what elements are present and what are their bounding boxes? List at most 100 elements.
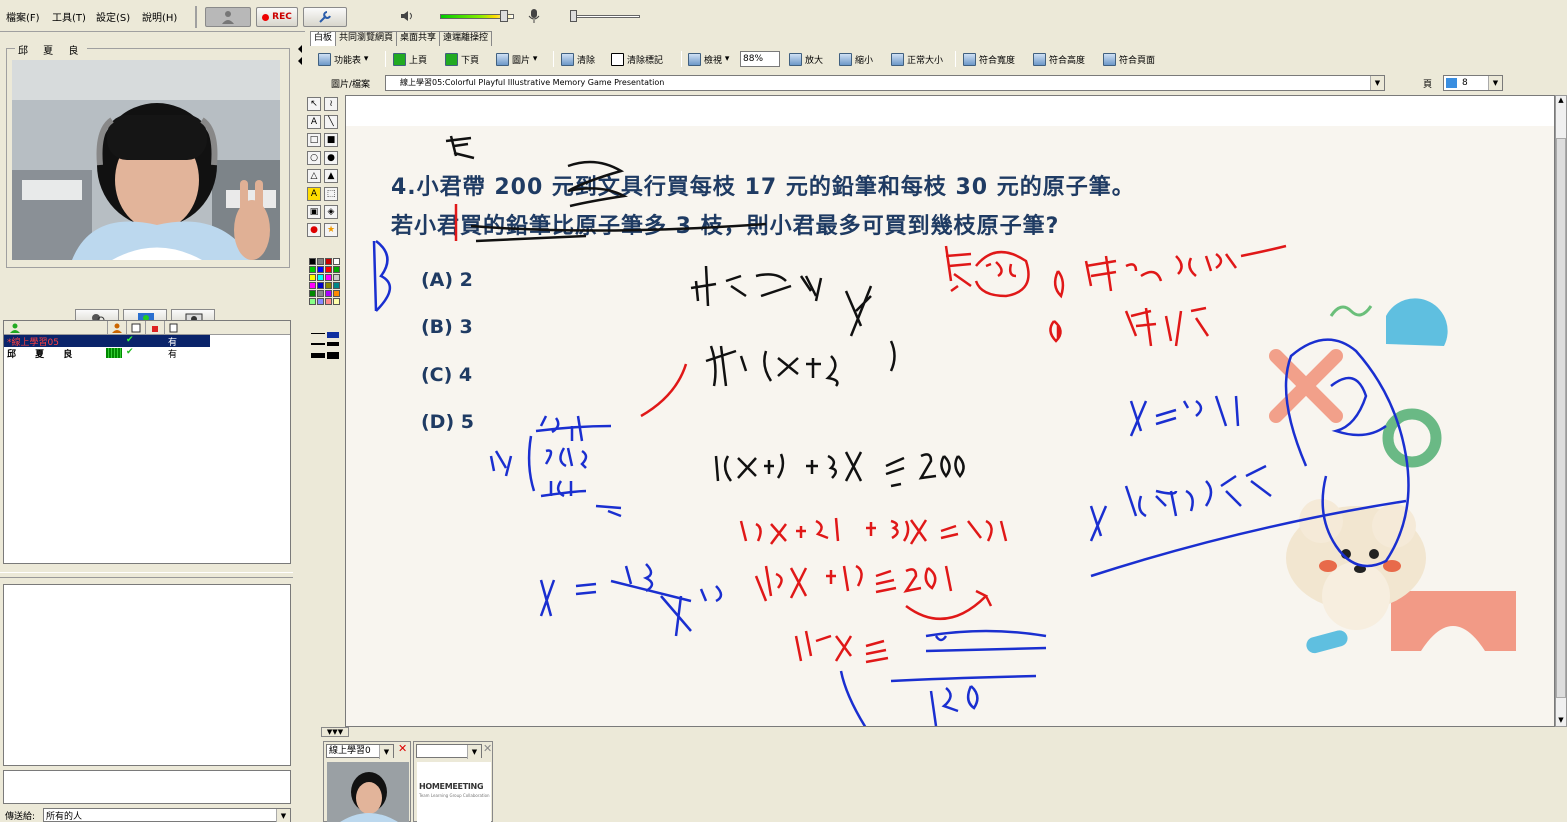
highlight-text-icon[interactable]: A	[307, 187, 321, 201]
vertical-splitter[interactable]	[296, 33, 304, 822]
line-width-5[interactable]	[327, 352, 339, 359]
line-tool-icon[interactable]: ╲	[324, 115, 338, 129]
status-column-icon	[169, 323, 178, 333]
fit-page-label: 符合頁面	[1119, 55, 1156, 66]
secondary-select[interactable]: ▼	[416, 744, 482, 759]
menu-tools[interactable]: 工具(T)	[52, 9, 86, 24]
zoom-input[interactable]: 88%	[740, 51, 780, 67]
polygon-outline-icon[interactable]: △	[307, 169, 321, 183]
actual-size-label: 正常大小	[907, 55, 944, 66]
rect-filled-icon[interactable]: ■	[324, 133, 338, 147]
ellipse-outline-icon[interactable]: ○	[307, 151, 321, 165]
image-dropdown-button[interactable]: 圖片 ▾	[496, 51, 537, 67]
vertical-scrollbar[interactable]: ▲ ▼	[1555, 95, 1567, 727]
file-select[interactable]: 線上學習05:Colorful Playful Illustrative Mem…	[385, 75, 1385, 91]
record-label: REC	[272, 12, 292, 22]
user-name: 邱 夏 良	[7, 350, 81, 360]
polygon-filled-icon[interactable]: ▲	[324, 169, 338, 183]
actual-size-button[interactable]: 正常大小	[891, 51, 943, 67]
check-icon: ✔	[126, 347, 134, 357]
image-icon	[496, 52, 509, 66]
zoom-in-button[interactable]: 放大	[789, 51, 823, 67]
menu-bar: 檔案(F) 工具(T) 設定(S) 說明(H) REC	[0, 0, 1567, 32]
line-width-2[interactable]	[311, 343, 325, 345]
microphone-icon[interactable]	[527, 8, 541, 24]
user-row[interactable]: *線上學習05 ✔ 有	[4, 335, 210, 348]
panel-splitter[interactable]	[0, 572, 293, 578]
send-to-select[interactable]: 所有的人 ▼	[43, 808, 291, 822]
clear-marks-button[interactable]: 清除標記	[611, 51, 663, 67]
send-to-row: 傳送給: 所有的人 ▼	[3, 808, 291, 822]
volume-slider-handle[interactable]	[500, 10, 508, 22]
clear-label: 清除	[577, 55, 596, 66]
menu-settings[interactable]: 設定(S)	[96, 9, 130, 24]
bottom-panel: ▼▼▼ 線上學習0 ▼ ✕ ▼ ✕ HOMEMEETING Team Learn…	[305, 727, 1567, 822]
fit-width-button[interactable]: 符合寬度	[963, 51, 1015, 67]
chevron-down-icon: ▼	[1488, 76, 1502, 90]
dashed-rect-icon[interactable]: ⬚	[324, 187, 338, 201]
hand-column-icon	[152, 326, 158, 332]
chat-input[interactable]	[3, 770, 291, 804]
drawing-tools-palette: ↖ ≀ A ╲ □ ■ ○ ● △ ▲ A ⬚ ▣ ◈ ● ★	[305, 95, 343, 395]
menu-file[interactable]: 檔案(F)	[6, 9, 40, 24]
view-dropdown-button[interactable]: 檢視 ▾	[688, 51, 729, 67]
fit-page-button[interactable]: 符合頁面	[1103, 51, 1155, 67]
eraser-tool-icon[interactable]: ◈	[324, 205, 338, 219]
page-select[interactable]: 8 ▼	[1443, 75, 1503, 91]
scroll-down-icon[interactable]: ▼	[1556, 716, 1566, 726]
next-page-button[interactable]: 下頁	[445, 51, 479, 67]
record-button[interactable]: REC	[256, 7, 298, 27]
person-icon	[222, 11, 234, 24]
star-stamp-icon[interactable]: ★	[324, 223, 338, 237]
close-icon[interactable]: ✕	[483, 742, 492, 755]
eraser-icon	[561, 52, 574, 66]
tab-cobrowse[interactable]: 共同瀏覽網頁	[335, 31, 398, 46]
tab-whiteboard[interactable]: 白板	[310, 31, 337, 46]
fit-height-label: 符合高度	[1049, 55, 1086, 66]
rect-outline-icon[interactable]: □	[307, 133, 321, 147]
apple-stamp-icon[interactable]: ●	[307, 223, 321, 237]
line-width-selected[interactable]	[327, 332, 339, 338]
zoom-out-button[interactable]: 縮小	[839, 51, 873, 67]
scroll-thumb[interactable]	[1556, 138, 1566, 698]
tab-remote-control[interactable]: 遠端離操控	[439, 31, 493, 46]
actual-size-icon	[891, 52, 904, 66]
menu-dropdown-button[interactable]: 功能表 ▾	[318, 51, 368, 67]
ellipse-filled-icon[interactable]: ●	[324, 151, 338, 165]
camera-column-icon	[131, 323, 141, 333]
tools-wrench-button[interactable]	[303, 7, 347, 27]
text-tool-icon[interactable]: A	[307, 115, 321, 129]
image-stamp-icon[interactable]: ▣	[307, 205, 321, 219]
tab-desktop-share[interactable]: 桌面共享	[396, 31, 441, 46]
whiteboard-canvas[interactable]: 4.小君帶 200 元到文具行買每枝 17 元的鉛筆和每枝 30 元的原子筆。 …	[345, 95, 1555, 727]
scroll-up-icon[interactable]: ▲	[1556, 96, 1566, 106]
prev-page-button[interactable]: 上頁	[393, 51, 427, 67]
speaker-icon[interactable]	[400, 9, 416, 23]
select-arrow-icon[interactable]: ↖	[307, 97, 321, 111]
wrench-icon	[319, 11, 331, 23]
close-icon[interactable]: ✕	[398, 742, 407, 755]
line-width-4[interactable]	[311, 353, 325, 358]
file-value: 線上學習05:Colorful Playful Illustrative Mem…	[400, 78, 665, 87]
line-width-3[interactable]	[327, 342, 339, 346]
chevron-down-icon: ▼	[379, 745, 393, 759]
menu-separator	[195, 6, 197, 28]
collapse-bottom-button[interactable]: ▼▼▼	[321, 727, 349, 737]
fit-height-button[interactable]: 符合高度	[1033, 51, 1085, 67]
user-status: 有	[168, 350, 178, 360]
camera-toggle-button[interactable]	[205, 7, 251, 27]
webcam-frame	[12, 60, 280, 260]
clear-button[interactable]: 清除	[561, 51, 595, 67]
mic-slider-handle[interactable]	[570, 10, 577, 22]
check-icon: ✔	[126, 335, 134, 345]
webcam-video	[12, 60, 280, 260]
user-row[interactable]: 邱 夏 良 ✔ 有	[4, 347, 290, 360]
collapse-arrows-icon[interactable]	[296, 43, 304, 103]
zoom-out-icon	[839, 52, 852, 66]
thumbnail-select[interactable]: 線上學習0 ▼	[326, 744, 394, 759]
zoom-out-label: 縮小	[855, 55, 874, 66]
line-width-1[interactable]	[311, 333, 325, 334]
ink-blue-strokes	[372, 240, 1410, 637]
freehand-icon[interactable]: ≀	[324, 97, 338, 111]
menu-help[interactable]: 說明(H)	[142, 9, 177, 24]
